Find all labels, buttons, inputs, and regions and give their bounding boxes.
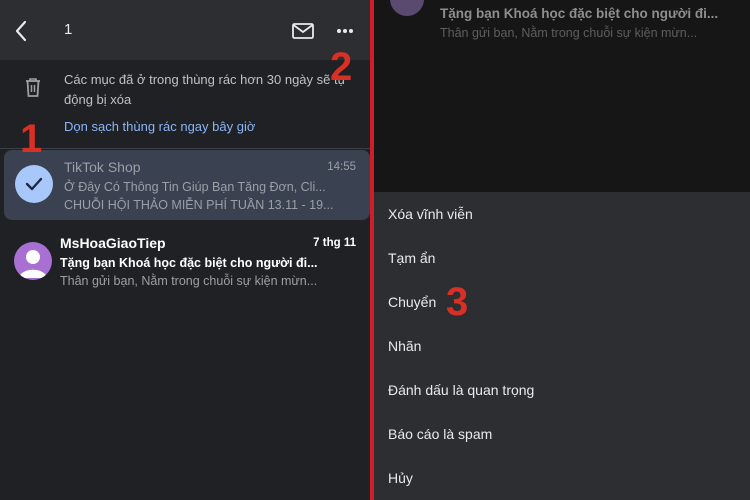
menu-item-cancel[interactable]: Hủy	[388, 470, 413, 486]
menu-item-mark-important[interactable]: Đánh dấu là quan trọng	[388, 382, 534, 398]
divider	[0, 148, 370, 149]
menu-item-label[interactable]: Nhãn	[388, 338, 421, 354]
avatar	[390, 0, 424, 16]
email-snippet: CHUỖI HỘI THẢO MIỄN PHÍ TUẦN 13.11 - 19.…	[64, 198, 334, 212]
mark-unread-button[interactable]	[288, 18, 318, 44]
email-row-selected[interactable]: TikTok Shop 14:55 Ở Đây Có Thông Tin Giú…	[4, 150, 370, 220]
chevron-left-icon	[15, 20, 27, 42]
left-screen: 1 Các mục đã ở trong thùng rác hơn 30 ng…	[0, 0, 370, 500]
menu-item-move[interactable]: Chuyển	[388, 294, 436, 310]
email-time: 14:55	[327, 161, 356, 173]
avatar[interactable]	[14, 242, 52, 280]
back-button[interactable]	[8, 16, 34, 46]
email-sender: TikTok Shop	[64, 159, 141, 175]
menu-item-report-spam[interactable]: Báo cáo là spam	[388, 426, 492, 442]
background-email-row: Tặng bạn Khoá học đặc biệt cho người đi.…	[374, 0, 750, 192]
menu-item-snooze[interactable]: Tạm ẩn	[388, 250, 435, 266]
more-options-button[interactable]	[330, 18, 360, 44]
email-snippet: Thân gửi bạn, Nằm trong chuỗi sự kiện mừ…	[440, 26, 698, 40]
trash-notice: Các mục đã ở trong thùng rác hơn 30 ngày…	[0, 60, 370, 148]
email-sender: MsHoaGiaoTiep	[60, 235, 166, 251]
selected-count: 1	[64, 21, 73, 38]
step-2-annotation: 2	[330, 45, 353, 89]
email-time: 7 thg 11	[313, 237, 356, 249]
actions-sheet: Xóa vĩnh viễn Tạm ẩn Chuyển Nhãn Đánh dấ…	[374, 192, 750, 500]
trash-notice-text: Các mục đã ở trong thùng rác hơn 30 ngày…	[64, 72, 347, 107]
email-snippet: Thân gửi bạn, Nằm trong chuỗi sự kiện mừ…	[60, 274, 318, 288]
email-subject: Ở Đây Có Thông Tin Giúp Bạn Tăng Đơn, Cl…	[64, 180, 326, 194]
more-horizontal-icon	[337, 29, 353, 33]
selection-toolbar: 1	[0, 0, 370, 60]
email-subject: Tặng bạn Khoá học đặc biệt cho người đi.…	[440, 6, 719, 21]
step-1-annotation: 1	[20, 117, 43, 161]
menu-item-delete-forever[interactable]: Xóa vĩnh viễn	[388, 206, 473, 222]
trash-icon	[26, 78, 40, 97]
mail-icon	[292, 23, 314, 39]
step-3-annotation: 3	[446, 280, 469, 324]
right-screen: Tặng bạn Khoá học đặc biệt cho người đi.…	[374, 0, 750, 500]
email-subject: Tặng bạn Khoá học đặc biệt cho người đi.…	[60, 256, 318, 270]
check-icon	[25, 177, 43, 191]
person-icon	[14, 242, 52, 280]
empty-trash-link[interactable]: Dọn sạch thùng rác ngay bây giờ	[64, 119, 255, 134]
selected-checkmark[interactable]	[15, 165, 53, 203]
email-row[interactable]: MsHoaGiaoTiep 7 thg 11 Tặng bạn Khoá học…	[0, 226, 370, 296]
